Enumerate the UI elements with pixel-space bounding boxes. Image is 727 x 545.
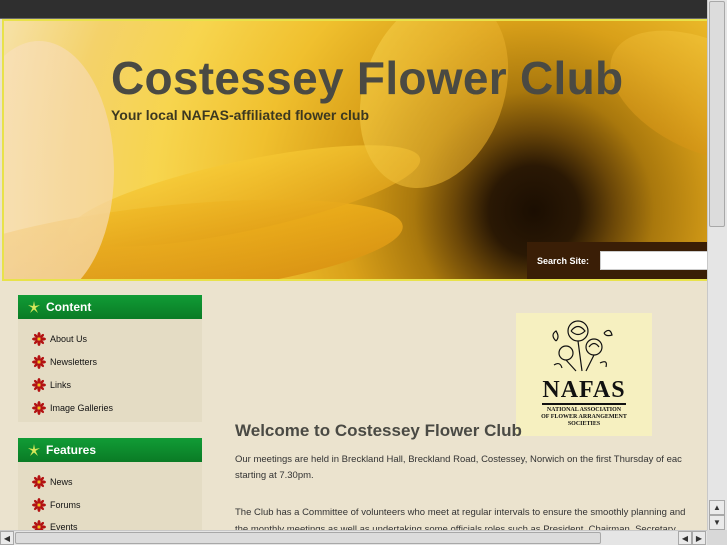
site-title[interactable]: Costessey Flower Club (111, 51, 623, 105)
sidebar-block-title: Features (46, 443, 97, 457)
petal-decoration (4, 41, 114, 279)
red-flower-icon (32, 378, 46, 392)
sidebar-block-header-content: Content (18, 295, 202, 319)
nafas-logo: NAFAS NATIONAL ASSOCIATION OF FLOWER ARR… (516, 313, 652, 436)
sidebar-menu-features: News Forums Events (18, 462, 202, 534)
site-tagline: Your local NAFAS-affiliated flower club (111, 107, 369, 123)
nafas-logo-line: NATIONAL ASSOCIATION (546, 407, 622, 413)
leaf-icon (28, 301, 40, 313)
scroll-up-button[interactable]: ▲ (709, 500, 725, 515)
rose-emblem-icon (552, 320, 613, 372)
sidebar-item-label[interactable]: Image Galleries (50, 403, 113, 413)
horizontal-scroll-thumb[interactable] (15, 532, 601, 544)
body-text-line: The Club has a Committee of volunteers w… (235, 507, 686, 518)
search-box: Search Site: (527, 242, 707, 279)
browser-top-bar (0, 0, 727, 19)
nafas-logo-name: NAFAS (542, 377, 626, 403)
sidebar-item-label[interactable]: News (50, 477, 73, 487)
body-text-line: starting at 7.30pm. (235, 470, 314, 481)
red-flower-icon (32, 498, 46, 512)
page-heading: Welcome to Costessey Flower Club (235, 421, 522, 440)
scrollbar-corner (707, 530, 727, 545)
red-flower-icon (32, 355, 46, 369)
sidebar-block-title: Content (46, 300, 92, 314)
body-text-line: the monthly meetings as well as undertak… (235, 524, 676, 530)
sidebar-menu-content: About Us Newsletters Links Image Galleri… (18, 319, 202, 422)
nafas-logo-line: OF FLOWER ARRANGEMENT (541, 414, 627, 420)
body-text-line: Our meetings are held in Breckland Hall,… (235, 454, 682, 465)
red-flower-icon (32, 475, 46, 489)
leaf-icon (28, 444, 40, 456)
search-label: Search Site: (537, 256, 590, 266)
vertical-scrollbar[interactable]: ▲ ▼ (707, 0, 727, 530)
sidebar-item-label[interactable]: Forums (50, 500, 81, 510)
scroll-left-button[interactable]: ◀ (678, 531, 692, 545)
sidebar-block-header-features: Features (18, 438, 202, 462)
search-input[interactable] (600, 251, 707, 270)
nafas-logo-line: SOCIETIES (567, 421, 601, 427)
red-flower-icon (32, 332, 46, 346)
scroll-down-button[interactable]: ▼ (709, 515, 725, 530)
vertical-scroll-thumb[interactable] (709, 1, 725, 227)
sidebar-item-label[interactable]: Newsletters (50, 357, 97, 367)
site-header-banner: Costessey Flower Club Your local NAFAS-a… (2, 19, 707, 281)
scroll-left-button[interactable]: ◀ (0, 531, 14, 545)
nafas-logo-rule (542, 403, 626, 405)
sidebar-item-label[interactable]: Links (50, 380, 71, 390)
red-flower-icon (32, 401, 46, 415)
sidebar-item-label[interactable]: About Us (50, 334, 87, 344)
scroll-right-button[interactable]: ▶ (692, 531, 706, 545)
horizontal-scrollbar[interactable]: ◀ ◀ ▶ (0, 530, 707, 545)
